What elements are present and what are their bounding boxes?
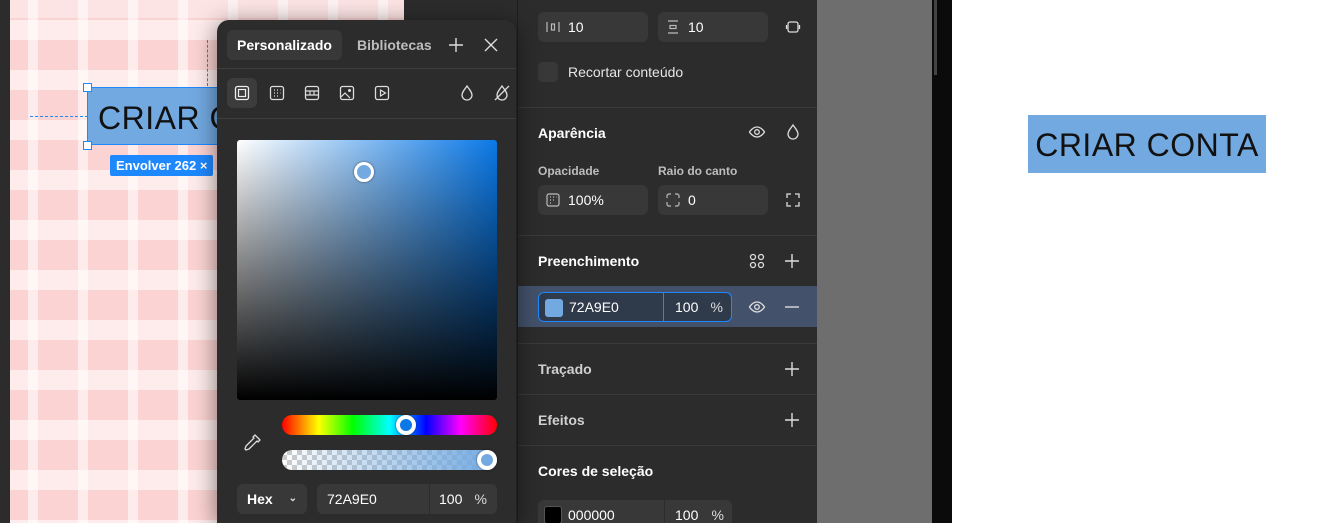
saturation-value-knob[interactable]	[354, 162, 374, 182]
selection-color-input[interactable]: 000000 100 %	[538, 500, 732, 523]
alpha-slider-knob[interactable]	[477, 450, 497, 470]
add-stroke-plus-icon[interactable]	[781, 358, 803, 380]
pattern-fill-icon[interactable]	[297, 78, 327, 108]
visibility-eye-icon[interactable]	[746, 121, 768, 143]
add-effect-plus-icon[interactable]	[781, 409, 803, 431]
divider	[518, 343, 817, 344]
create-account-button[interactable]: CRIAR CONTA	[1028, 115, 1266, 173]
gradient-fill-icon[interactable]	[262, 78, 292, 108]
opacity-icon	[542, 189, 564, 211]
fill-color-swatch[interactable]	[545, 299, 563, 317]
divider	[518, 235, 817, 236]
selection-colors-title: Cores de seleção	[538, 463, 654, 479]
tab-custom[interactable]: Personalizado	[227, 30, 342, 60]
vertical-spacing-input[interactable]: 10	[658, 12, 768, 42]
selected-button-element[interactable]: CRIAR C	[87, 87, 227, 145]
horizontal-guide	[30, 116, 88, 117]
fill-title: Preenchimento	[538, 253, 640, 269]
color-picker-popover: Personalizado Bibliotecas Hex ⌄ 72A9E0 1…	[217, 20, 516, 523]
scrollbar-thumb[interactable]	[934, 0, 937, 75]
remove-fill-minus-icon[interactable]	[781, 296, 803, 318]
divider	[518, 394, 817, 395]
opacity-label: Opacidade	[538, 164, 600, 178]
selected-element-text: CRIAR C	[98, 100, 227, 136]
styles-grid-icon[interactable]	[746, 250, 768, 272]
scrollbar-track[interactable]	[932, 0, 952, 523]
vertical-guide	[207, 40, 208, 86]
resize-handle-top-left[interactable]	[83, 83, 92, 92]
corner-radius-icon	[662, 189, 684, 211]
effects-title: Efeitos	[538, 412, 585, 428]
opacity-input[interactable]: 100%	[538, 185, 648, 215]
divider	[518, 445, 817, 446]
alpha-slider[interactable]	[282, 450, 497, 470]
size-badge: Envolver 262 ×	[110, 155, 214, 176]
clip-content-label: Recortar conteúdo	[568, 64, 684, 80]
fill-row-selected[interactable]: 72A9E0 100 %	[518, 286, 818, 327]
stroke-title: Traçado	[538, 361, 592, 377]
inspector-panel: 10 10 Recortar conteúdo Aparência Opacid…	[517, 0, 818, 523]
blend-drop-icon[interactable]	[452, 78, 482, 108]
horizontal-spacing-icon	[542, 16, 564, 38]
fill-color-input[interactable]: 72A9E0 100 %	[538, 292, 732, 322]
image-fill-icon[interactable]	[332, 78, 362, 108]
appearance-title: Aparência	[538, 125, 606, 141]
opacity-value[interactable]: 100	[439, 484, 462, 514]
hue-slider[interactable]	[282, 415, 497, 435]
prototype-preview: CRIAR CONTA	[952, 0, 1330, 523]
corner-radius-label: Raio do canto	[658, 164, 738, 178]
add-plus-icon[interactable]	[444, 33, 468, 57]
blend-mode-drop-icon[interactable]	[782, 121, 804, 143]
resize-handle-bottom-left[interactable]	[83, 141, 92, 150]
selection-color-swatch[interactable]	[544, 506, 562, 523]
close-icon[interactable]	[479, 33, 503, 57]
video-fill-icon[interactable]	[367, 78, 397, 108]
vertical-spacing-icon	[662, 16, 684, 38]
eyedropper-icon[interactable]	[241, 432, 263, 454]
hex-color-input[interactable]: 72A9E0 100 %	[317, 484, 497, 514]
add-fill-plus-icon[interactable]	[781, 250, 803, 272]
divider	[518, 107, 817, 108]
grid-band	[10, 0, 404, 18]
corner-radius-input[interactable]: 0	[658, 185, 768, 215]
create-account-button-label: CRIAR CONTA	[1035, 127, 1259, 163]
solid-fill-icon[interactable]	[227, 78, 257, 108]
hue-slider-knob[interactable]	[396, 415, 416, 435]
horizontal-spacing-input[interactable]: 10	[538, 12, 648, 42]
color-format-select[interactable]: Hex ⌄	[237, 484, 307, 514]
tab-libraries[interactable]: Bibliotecas	[347, 30, 442, 60]
clip-content-checkbox[interactable]	[538, 62, 558, 82]
fill-visibility-eye-icon[interactable]	[746, 296, 768, 318]
hide-color-icon[interactable]	[487, 78, 517, 108]
independent-corners-icon[interactable]	[782, 189, 804, 211]
padding-toggle-icon[interactable]	[782, 16, 804, 38]
chevron-down-icon: ⌄	[288, 493, 297, 504]
